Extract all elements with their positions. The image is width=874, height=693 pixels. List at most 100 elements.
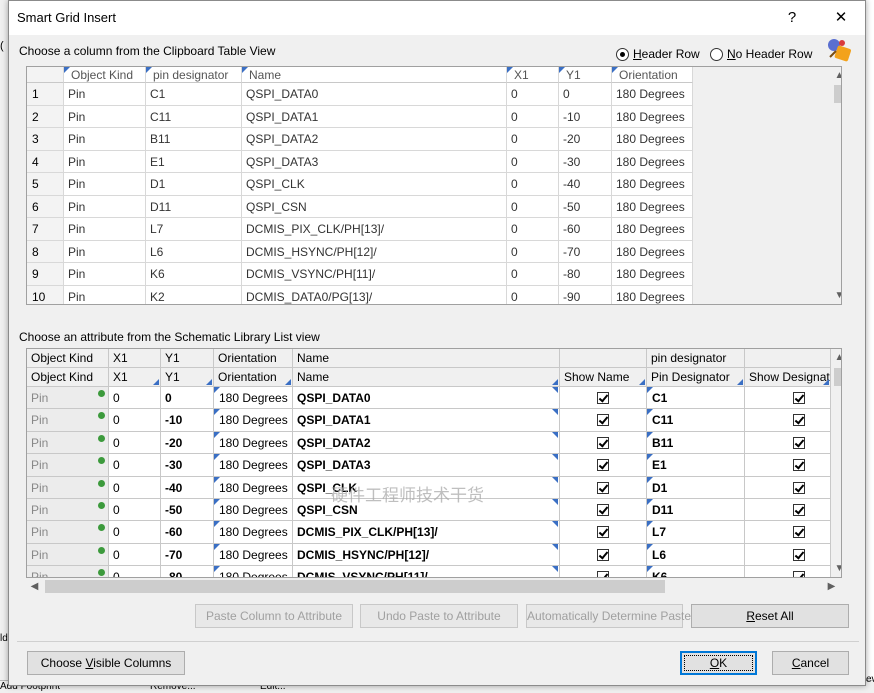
clipboard-vertical-scrollbar[interactable]: ▲ ▼ (831, 67, 841, 304)
column-header[interactable]: Show Name (560, 368, 647, 387)
table-cell[interactable]: Pin (64, 195, 146, 218)
table-cell[interactable]: QSPI_CLK (242, 173, 507, 196)
scroll-down-arrow-icon[interactable]: ▼ (831, 560, 841, 577)
row-number[interactable]: 3 (27, 128, 64, 151)
table-cell[interactable]: K6 (146, 263, 242, 286)
table-cell[interactable]: -30 (559, 150, 612, 173)
table-cell[interactable]: 0 (507, 150, 559, 173)
table-cell[interactable]: Pin (64, 240, 146, 263)
table-cell[interactable]: DCMIS_HSYNC/PH[12]/ (242, 240, 507, 263)
table-cell[interactable]: -80 (559, 263, 612, 286)
scroll-up-arrow-icon[interactable]: ▲ (831, 349, 841, 366)
show-name-cell[interactable] (560, 409, 647, 432)
choose-visible-columns-button[interactable]: Choose Visible Columns (27, 651, 185, 675)
table-cell[interactable]: C1 (647, 387, 745, 410)
table-cell[interactable]: Pin (64, 83, 146, 106)
table-row[interactable]: 7 Pin L7 DCMIS_PIX_CLK/PH[13]/0 -60 180 Degre… (27, 218, 693, 241)
checkbox-checked-icon[interactable] (597, 548, 609, 561)
table-cell[interactable]: QSPI_DATA1 (293, 409, 560, 432)
table-cell[interactable]: L7 (146, 218, 242, 241)
table-cell[interactable]: 180 Degrees (612, 263, 693, 286)
table-cell[interactable]: QSPI_CSN (242, 195, 507, 218)
table-cell[interactable]: 180 Degrees (214, 387, 293, 410)
show-designator-cell[interactable] (745, 499, 831, 522)
table-cell[interactable]: 180 Degrees (612, 83, 693, 106)
show-designator-cell[interactable] (745, 409, 831, 432)
show-name-cell[interactable] (560, 499, 647, 522)
table-cell[interactable]: 0 (507, 83, 559, 106)
checkbox-checked-icon[interactable] (597, 526, 609, 539)
paste-column-to-attribute-button[interactable]: Paste Column to Attribute (195, 604, 353, 628)
column-header[interactable]: Object Kind (27, 368, 109, 387)
scroll-left-arrow-icon[interactable]: ◀ (26, 578, 43, 595)
table-cell[interactable]: 180 Degrees (612, 128, 693, 151)
column-header[interactable]: Y1 (559, 67, 612, 83)
row-number[interactable]: 10 (27, 285, 64, 304)
undo-paste-to-attribute-button[interactable]: Undo Paste to Attribute (360, 604, 518, 628)
show-name-cell[interactable] (560, 387, 647, 410)
row-number[interactable]: 6 (27, 195, 64, 218)
table-cell[interactable]: K6 (647, 566, 745, 577)
table-cell[interactable]: QSPI_DATA0 (242, 83, 507, 106)
table-cell[interactable]: Pin (27, 476, 109, 499)
table-cell[interactable]: 180 Degrees (214, 454, 293, 477)
checkbox-checked-icon[interactable] (597, 392, 609, 404)
schematic-horizontal-scrollbar[interactable]: ◀ ▶ (26, 578, 842, 595)
show-name-cell[interactable] (560, 476, 647, 499)
row-number[interactable]: 9 (27, 263, 64, 286)
table-row[interactable]: 8 Pin L6 DCMIS_HSYNC/PH[12]/0 -70 180 Degrees (27, 240, 693, 263)
table-cell[interactable]: -40 (161, 476, 214, 499)
schematic-library-table[interactable]: ▲ ▼ Object KindX1Y1OrientationName pin de… (26, 348, 842, 578)
table-cell[interactable]: DCMIS_PIX_CLK/PH[13]/ (242, 218, 507, 241)
table-cell[interactable]: 0 (109, 566, 161, 577)
table-cell[interactable]: 0 (109, 387, 161, 410)
table-cell[interactable]: 0 (109, 431, 161, 455)
show-designator-cell[interactable] (745, 521, 831, 544)
scroll-down-arrow-icon[interactable]: ▼ (831, 287, 841, 304)
schematic-vertical-scrollbar[interactable]: ▲ ▼ (831, 349, 841, 577)
table-cell[interactable]: E1 (146, 150, 242, 173)
table-cell[interactable]: DCMIS_DATA0/PG[13]/ (242, 285, 507, 304)
wizard-icon[interactable] (826, 37, 852, 63)
table-cell[interactable]: -70 (559, 240, 612, 263)
table-cell[interactable]: D11 (146, 195, 242, 218)
column-header[interactable]: Show Designator (745, 368, 831, 387)
column-header[interactable]: Object Kind (64, 67, 146, 83)
table-cell[interactable]: DCMIS_PIX_CLK/PH[13]/ (293, 521, 560, 544)
table-cell[interactable]: Pin (27, 454, 109, 477)
row-number[interactable]: 8 (27, 240, 64, 263)
scroll-up-arrow-icon[interactable]: ▲ (831, 67, 841, 84)
table-cell[interactable]: 180 Degrees (214, 476, 293, 499)
table-cell[interactable]: D11 (647, 499, 745, 522)
table-cell[interactable]: Pin (64, 105, 146, 128)
row-number[interactable]: 7 (27, 218, 64, 241)
table-cell[interactable]: Pin (27, 521, 109, 544)
table-cell[interactable]: D1 (146, 173, 242, 196)
table-cell[interactable]: K2 (146, 285, 242, 304)
column-header[interactable]: Pin Designator (647, 368, 745, 387)
table-cell[interactable]: 180 Degrees (612, 285, 693, 304)
table-cell[interactable]: DCMIS_VSYNC/PH[11]/ (293, 566, 560, 577)
table-cell[interactable]: 180 Degrees (214, 566, 293, 577)
scroll-right-arrow-icon[interactable]: ▶ (823, 578, 840, 595)
table-row[interactable]: 6 Pin D11 QSPI_CSN 0 -50 180 Degrees (27, 195, 693, 218)
table-cell[interactable]: 0 (507, 285, 559, 304)
column-header[interactable]: Orientation (214, 368, 293, 387)
table-cell[interactable]: 0 (161, 387, 214, 410)
show-name-cell[interactable] (560, 566, 647, 577)
table-cell[interactable]: C1 (146, 83, 242, 106)
table-cell[interactable]: 0 (507, 128, 559, 151)
table-row[interactable]: 4 Pin E1 QSPI_DATA3 0 -30 180 Degrees (27, 150, 693, 173)
table-cell[interactable]: B11 (146, 128, 242, 151)
table-cell[interactable]: 0 (507, 263, 559, 286)
show-name-cell[interactable] (560, 521, 647, 544)
scroll-thumb[interactable] (45, 580, 665, 593)
table-cell[interactable]: 0 (507, 218, 559, 241)
reset-all-button[interactable]: Reset All (691, 604, 849, 628)
checkbox-checked-icon[interactable] (597, 459, 609, 472)
show-designator-cell[interactable] (745, 387, 831, 410)
row-number[interactable]: 1 (27, 83, 64, 106)
scroll-thumb[interactable] (834, 368, 841, 386)
table-cell[interactable]: E1 (647, 454, 745, 477)
table-cell[interactable]: Pin (64, 218, 146, 241)
